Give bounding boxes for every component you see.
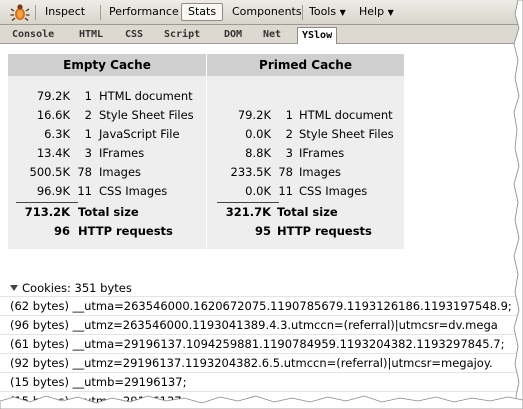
empty-cache-header: Empty Cache (8, 54, 206, 76)
total-size-label: Total size (277, 205, 338, 219)
stat-count: 1 (84, 89, 92, 103)
http-requests-label: HTTP requests (277, 224, 372, 238)
stat-size: 79.2K (237, 108, 271, 122)
expand-triangle-icon (10, 285, 18, 291)
stat-row: 6.3K 1 JavaScript File (8, 125, 206, 144)
stat-label: Images (99, 165, 142, 179)
stat-label: IFrames (299, 146, 345, 160)
stat-count: 3 (84, 146, 92, 160)
stat-row: 16.6K 2 Style Sheet Files (8, 106, 206, 125)
stat-count: 11 (77, 184, 92, 198)
cookie-row: (61 bytes) __utma=29196137.1094259881.11… (10, 337, 505, 351)
help-menu[interactable]: Help ▼ (353, 3, 400, 21)
stat-size: 79.2K (36, 89, 70, 103)
primed-cache-header: Primed Cache (207, 54, 404, 76)
stat-row: 500.5K 78 Images (8, 163, 206, 182)
stats-button[interactable]: Stats (181, 3, 224, 21)
total-size-value: 321.7K (225, 205, 271, 219)
toolbar-separator (100, 5, 101, 20)
cookie-row: (96 bytes) __utmz=263546000.1193041389.4… (10, 318, 498, 332)
tab-script[interactable]: Script (160, 27, 204, 42)
stat-row: 233.5K 78 Images (207, 163, 404, 182)
firebug-icon[interactable] (10, 3, 30, 21)
stat-size: 0.0K (245, 127, 271, 141)
tab-html[interactable]: HTML (75, 27, 107, 42)
stat-label: Style Sheet Files (299, 127, 394, 141)
stat-label: CSS Images (299, 184, 368, 198)
total-size-label: Total size (78, 205, 139, 219)
stat-label: IFrames (99, 146, 145, 160)
http-requests-row: 95 HTTP requests (207, 222, 404, 241)
http-requests-value: 96 (53, 224, 70, 238)
stat-size: 13.4K (36, 146, 70, 160)
tab-net[interactable]: Net (259, 27, 285, 42)
stat-size: 16.6K (36, 108, 70, 122)
stat-size: 96.9K (36, 184, 70, 198)
panel-tabs: Console HTML CSS Script DOM Net YSlow (0, 25, 523, 44)
tools-menu[interactable]: Tools ▼ (303, 3, 352, 21)
stat-size: 500.5K (29, 165, 70, 179)
stat-count: 1 (84, 127, 92, 141)
help-menu-label: Help (359, 5, 385, 18)
cookie-row: (92 bytes) __utmz=29196137.1193204382.6.… (10, 356, 493, 370)
torn-edge-bottom (0, 395, 523, 409)
http-requests-value: 95 (254, 224, 271, 238)
http-requests-label: HTTP requests (78, 224, 173, 238)
cache-stats-table: Empty Cache Primed Cache 79.2K 1 HTML do… (8, 54, 404, 249)
performance-button[interactable]: Performance (103, 3, 185, 21)
tools-menu-label: Tools (309, 5, 337, 18)
inspect-button[interactable]: Inspect (39, 3, 91, 21)
stat-label: HTML document (299, 108, 393, 122)
stat-row: 0.0K 11 CSS Images (207, 182, 404, 201)
stat-row: 8.8K 3 IFrames (207, 144, 404, 163)
dropdown-arrow-icon: ▼ (387, 8, 394, 17)
cookie-row: (62 bytes) __utma=263546000.1620672075.1… (10, 299, 512, 313)
tab-console[interactable]: Console (8, 27, 58, 42)
total-size-row: 713.2K Total size (8, 203, 206, 222)
total-size-value: 713.2K (24, 205, 70, 219)
stat-count: 78 (77, 165, 92, 179)
stat-label: JavaScript File (99, 127, 180, 141)
stat-size: 6.3K (44, 127, 70, 141)
main-toolbar: Inspect Performance Stats Components Too… (0, 0, 523, 25)
stat-row: 79.2K 1 HTML document (8, 87, 206, 106)
dropdown-arrow-icon: ▼ (339, 8, 346, 17)
stat-count: 78 (278, 165, 293, 179)
stat-count: 1 (285, 108, 293, 122)
cookies-toggle[interactable]: Cookies: 351 bytes (10, 280, 132, 296)
stat-row: 79.2K 1 HTML document (207, 106, 404, 125)
tab-css[interactable]: CSS (121, 27, 147, 42)
stat-label: Style Sheet Files (99, 108, 194, 122)
tab-yslow[interactable]: YSlow (297, 27, 338, 44)
total-size-row: 321.7K Total size (207, 203, 404, 222)
stat-row: 96.9K 11 CSS Images (8, 182, 206, 201)
stat-size: 8.8K (245, 146, 271, 160)
torn-edge-right (513, 0, 523, 409)
cookies-header: Cookies: 351 bytes (22, 281, 132, 295)
stat-count: 11 (278, 184, 293, 198)
stat-count: 2 (84, 108, 92, 122)
stat-label: HTML document (99, 89, 193, 103)
stat-row: 0.0K 2 Style Sheet Files (207, 125, 404, 144)
stat-size: 233.5K (230, 165, 271, 179)
stat-label: Images (299, 165, 342, 179)
components-button[interactable]: Components (226, 3, 308, 21)
stat-row: 13.4K 3 IFrames (8, 144, 206, 163)
http-requests-row: 96 HTTP requests (8, 222, 206, 241)
stat-size: 0.0K (245, 184, 271, 198)
stat-label: CSS Images (99, 184, 168, 198)
toolbar-separator (35, 5, 36, 20)
stat-count: 3 (285, 146, 293, 160)
tab-dom[interactable]: DOM (220, 27, 246, 42)
firebug-panel: Inspect Performance Stats Components Too… (0, 0, 523, 409)
stat-count: 2 (285, 127, 293, 141)
